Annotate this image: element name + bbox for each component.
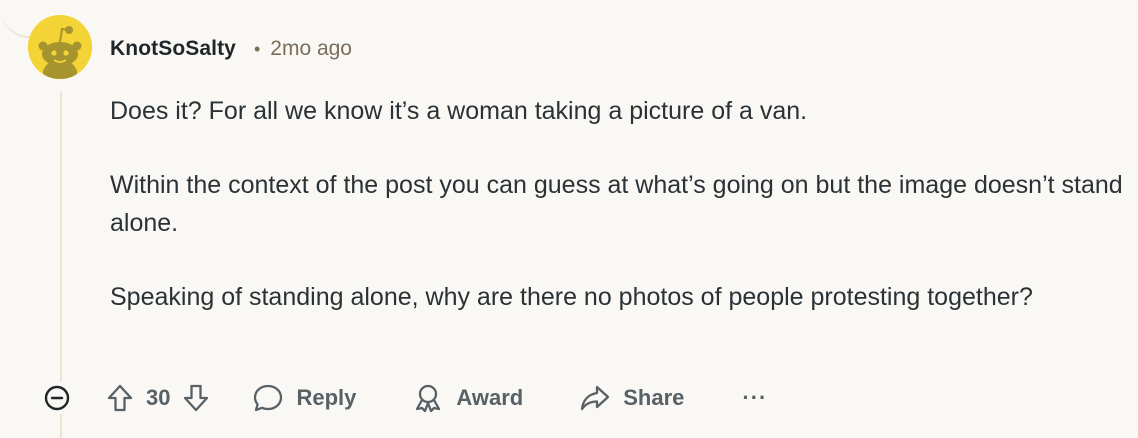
timestamp[interactable]: 2mo ago: [270, 37, 352, 61]
comment-paragraph: Does it? For all we know it’s a woman ta…: [110, 97, 808, 125]
award-button[interactable]: Award: [412, 383, 523, 413]
more-options-button[interactable]: ···: [742, 385, 767, 411]
share-button[interactable]: Share: [579, 383, 684, 413]
meta-separator: •: [253, 38, 261, 59]
arrow-down-icon: [184, 384, 209, 412]
comment: KnotSoSalty • 2mo ago Does it? For all w…: [0, 0, 1138, 438]
author-name[interactable]: KnotSoSalty: [110, 37, 236, 61]
speech-bubble-icon: [254, 384, 283, 412]
reply-label: Reply: [296, 385, 357, 410]
award-label: Award: [456, 385, 524, 410]
vote-count: 30: [146, 385, 171, 410]
share-arrow-icon: [581, 385, 610, 411]
comment-body: Does it? For all we know it’s a woman ta…: [110, 92, 1125, 352]
share-label: Share: [623, 385, 685, 410]
comment-paragraph: Speaking of standing alone, why are ther…: [110, 283, 1033, 311]
avatar[interactable]: [28, 15, 92, 79]
comment-paragraph: Within the context of the post you can g…: [110, 171, 1123, 237]
collapse-button[interactable]: [42, 383, 72, 413]
reply-button[interactable]: Reply: [252, 383, 356, 413]
thread-line[interactable]: [60, 92, 62, 382]
minus-circle-icon: [44, 385, 70, 411]
upvote-button[interactable]: [106, 383, 134, 413]
comment-header: KnotSoSalty • 2mo ago: [110, 36, 352, 62]
comment-actions: 30 Reply Award Share ···: [42, 376, 767, 420]
snoo-avatar-icon: [28, 15, 92, 79]
award-ribbon-icon: [416, 384, 441, 413]
arrow-up-icon: [107, 384, 133, 412]
downvote-button[interactable]: [182, 383, 210, 413]
